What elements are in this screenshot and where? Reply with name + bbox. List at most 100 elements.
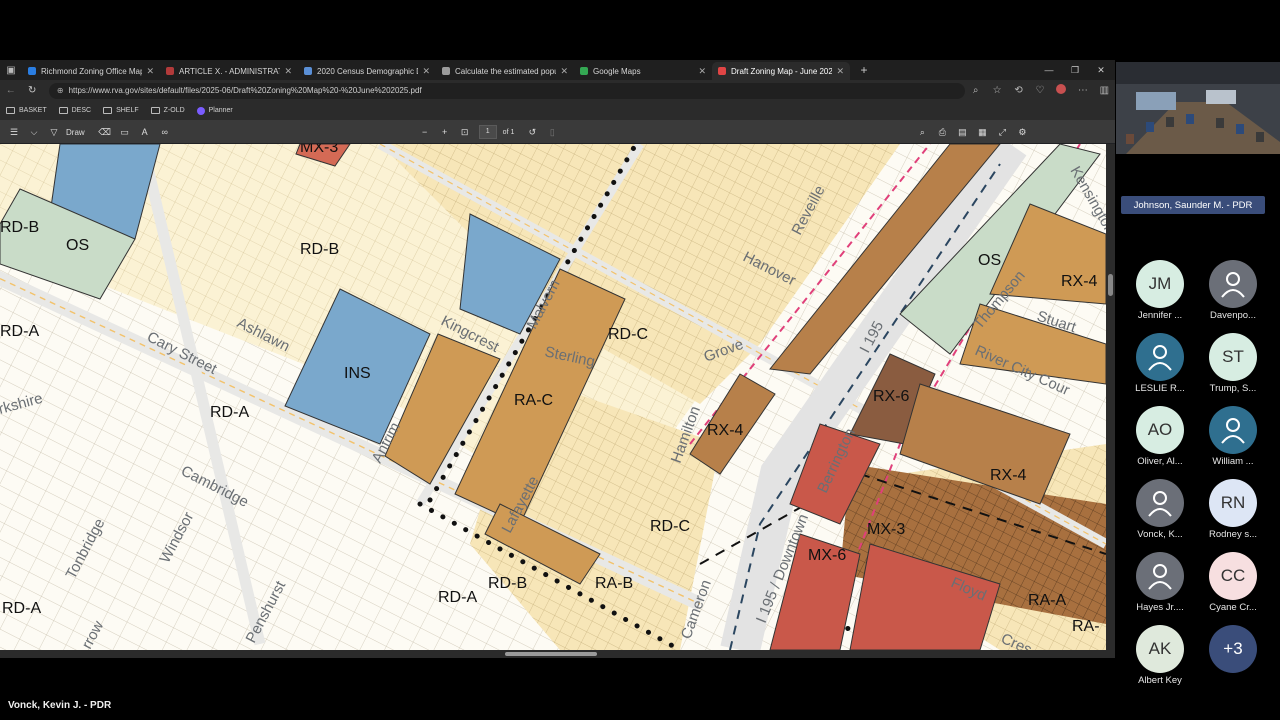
tab-draft-zoning-map[interactable]: Draft Zoning Map - June 2025.pd✕ (712, 62, 850, 80)
zoom-in-icon[interactable]: + (435, 127, 455, 137)
tab-article-x[interactable]: ARTICLE X. - ADMINISTRATION✕ (160, 62, 298, 80)
back-icon[interactable]: ← (0, 85, 21, 96)
page-number-input[interactable]: 1 (478, 125, 497, 139)
fullscreen-icon[interactable]: ⤢ (992, 127, 1012, 138)
person-icon (1209, 406, 1257, 454)
text-icon[interactable]: ▭ (115, 127, 135, 138)
print-icon[interactable]: ⎙ (932, 127, 952, 138)
refresh-icon[interactable]: ↻ (21, 85, 42, 96)
url-field[interactable]: ⊕ https://www.rva.gov/sites/default/files… (48, 82, 965, 99)
rotate-icon[interactable]: ↺ (522, 127, 542, 138)
window-menu-icon[interactable]: ▣ (0, 60, 22, 80)
profile-icon[interactable] (1051, 84, 1072, 97)
participant-tile[interactable]: William ... (1197, 406, 1269, 467)
maximize-icon[interactable]: ❐ (1062, 60, 1088, 80)
address-bar-row: ← ↻ ⊕ https://www.rva.gov/sites/default/f… (0, 80, 1115, 101)
globe-icon (304, 67, 312, 75)
favorites-icon[interactable]: ♡ (1029, 85, 1050, 96)
horizontal-scroll-thumb[interactable] (505, 652, 597, 656)
room-video-image (1116, 62, 1280, 154)
save-as-icon[interactable]: ▦ (972, 127, 992, 138)
participant-tile[interactable]: AK Albert Key (1124, 625, 1196, 686)
participant-tile[interactable]: LESLIE R... (1124, 333, 1196, 394)
extensions-icon[interactable]: ⟲ (1008, 85, 1029, 96)
room-video-thumbnail[interactable] (1116, 62, 1280, 154)
zone-label: INS (344, 365, 371, 382)
pdf-toolbar: ☰ ⌵ ▽ Draw ⌫ ▭ A ∞ − + ⊡ 1 of 1 ↺ ▯ ⌕ ⎙ … (0, 121, 1115, 143)
participant-tile[interactable]: ST Trump, S... (1197, 333, 1269, 394)
tab-google-maps[interactable]: Google Maps ✕ (574, 62, 712, 80)
tab-strip: ▣ Richmond Zoning Office Map ✕ ARTICLE X.… (0, 60, 1115, 80)
person-icon (1136, 479, 1184, 527)
bookmark-label: SHELF (116, 107, 139, 114)
read-aloud-icon[interactable]: A (135, 127, 155, 137)
highlight-icon[interactable]: ⌵ (24, 127, 44, 138)
save-icon[interactable]: ▤ (952, 127, 972, 138)
zone-label: RX-4 (990, 467, 1027, 484)
ask-copilot-icon[interactable]: ∞ (155, 127, 175, 137)
bookmark-label: BASKET (19, 107, 47, 114)
participant-tile[interactable]: CC Cyane Cr... (1197, 552, 1269, 613)
zone-label: RD-B (0, 219, 39, 236)
fit-page-icon[interactable]: ⊡ (455, 127, 475, 138)
draw-button[interactable]: Draw (66, 128, 85, 137)
participant-avatar: ST (1209, 333, 1257, 381)
vertical-scrollbar[interactable] (1106, 144, 1115, 650)
sidebar-icon[interactable]: ▥ (1094, 85, 1115, 96)
participant-tile[interactable]: Vonck, K... (1124, 479, 1196, 540)
bookmark-shelf[interactable]: SHELF (103, 107, 139, 114)
maps-pin-icon (580, 67, 588, 75)
zone-label: RX-4 (707, 422, 744, 439)
participant-tile[interactable]: Hayes Jr.... (1124, 552, 1196, 613)
browser-window: ▣ Richmond Zoning Office Map ✕ ARTICLE X.… (0, 60, 1115, 658)
close-window-icon[interactable]: ✕ (1088, 60, 1114, 80)
zoom-icon[interactable]: ⌕ (965, 85, 986, 96)
page-view-icon[interactable]: ▯ (542, 127, 562, 138)
star-icon[interactable]: ☆ (986, 85, 1007, 96)
bookmark-desc[interactable]: DESC (58, 107, 91, 114)
bookmark-planner[interactable]: Planner (196, 106, 233, 115)
tab-label: 2020 Census Demographic Data (317, 66, 418, 76)
vertical-scroll-thumb[interactable] (1108, 274, 1113, 296)
eraser-icon[interactable]: ⌫ (95, 127, 115, 138)
draw-icon[interactable]: ▽ (44, 127, 64, 138)
participant-tile[interactable]: Davenpo... (1197, 260, 1269, 321)
close-icon[interactable]: ✕ (422, 66, 430, 77)
site-info-icon[interactable]: ⊕ (57, 86, 64, 95)
bookmark-basket[interactable]: BASKET (6, 107, 47, 114)
participant-name: Davenpo... (1210, 310, 1256, 321)
contents-icon[interactable]: ☰ (4, 127, 24, 138)
close-icon[interactable]: ✕ (284, 66, 292, 77)
search-icon[interactable]: ⌕ (912, 127, 932, 138)
participant-tile[interactable]: JM Jennifer ... (1124, 260, 1196, 321)
zoning-map[interactable]: MX-3 OS RD-B RD-B RD-A INS RD-A RA-C RD-… (0, 144, 1106, 650)
close-icon[interactable]: ✕ (146, 66, 154, 77)
planner-icon (196, 106, 205, 115)
bookmark-z-old[interactable]: Z-OLD (150, 107, 185, 114)
tab-calculate-population[interactable]: Calculate the estimated populati✕ (436, 62, 574, 80)
close-icon[interactable]: ✕ (698, 66, 706, 77)
new-tab-button[interactable]: + (856, 63, 872, 77)
zone-label: RD-B (488, 575, 527, 592)
participant-tile[interactable]: +3 (1197, 625, 1269, 675)
tab-census-data[interactable]: 2020 Census Demographic Data ✕ (298, 62, 436, 80)
more-icon[interactable]: ⋯ (1072, 85, 1093, 96)
participant-name: Jennifer ... (1137, 310, 1183, 321)
minimize-icon[interactable]: — (1036, 60, 1062, 80)
close-icon[interactable]: ✕ (560, 66, 568, 77)
close-icon[interactable]: ✕ (836, 66, 844, 77)
tab-zoning-office-map[interactable]: Richmond Zoning Office Map ✕ (22, 62, 160, 80)
horizontal-scrollbar[interactable] (0, 650, 1115, 658)
participant-avatar: AK (1136, 625, 1184, 673)
bookmarks-bar: BASKET DESC SHELF Z-OLD Planner (0, 101, 1115, 121)
participant-avatar: RN (1209, 479, 1257, 527)
folder-icon (103, 107, 113, 114)
tab-label: Draft Zoning Map - June 2025.pd (731, 66, 833, 76)
participant-tile[interactable]: RN Rodney s... (1197, 479, 1269, 540)
zoom-out-icon[interactable]: − (415, 127, 435, 137)
participant-tile[interactable]: AO Oliver, Al... (1124, 406, 1196, 467)
folder-icon (150, 107, 160, 114)
folder-icon (6, 107, 15, 114)
settings-icon[interactable]: ⚙ (1012, 127, 1032, 138)
zone-label: RD-C (608, 326, 648, 343)
